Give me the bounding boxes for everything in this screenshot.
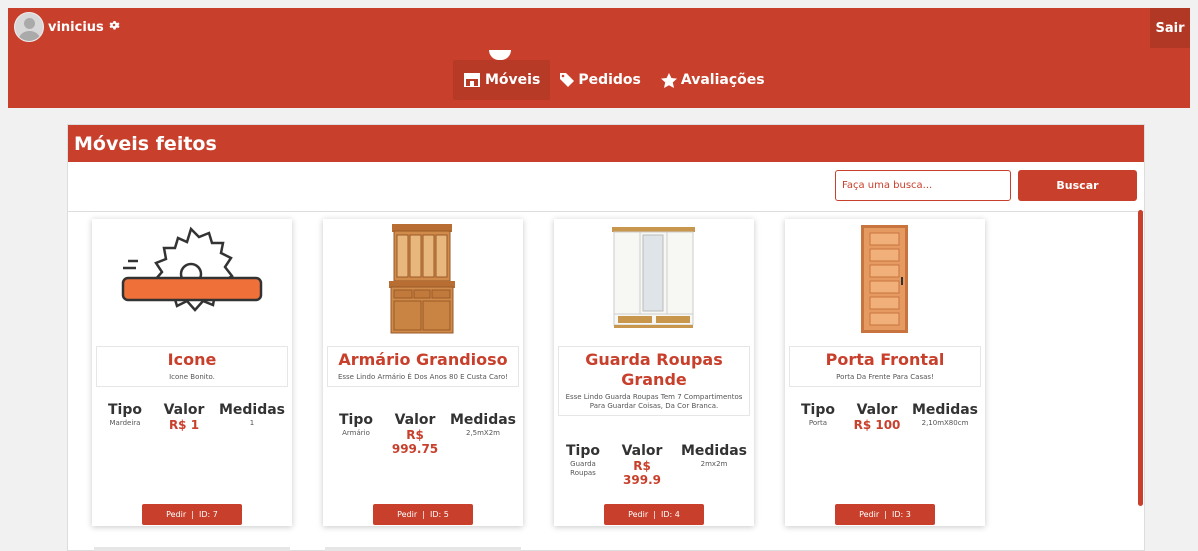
product-card: Armário Grandioso Esse Lindo Armário É D…: [323, 219, 523, 526]
nav-label-pedidos: Pedidos: [578, 72, 641, 88]
attr-tipo-label: Tipo: [566, 443, 600, 459]
search-input[interactable]: [835, 170, 1011, 201]
user-menu[interactable]: vinicius: [14, 12, 120, 42]
store-icon: [464, 73, 480, 87]
door-image: [807, 221, 962, 336]
attr-valor-value: R$ 1: [168, 418, 200, 432]
attr-medidas: Medidas 2mx2m: [680, 444, 748, 487]
product-card: Guarda Roupas Grande Esse Lindo Guarda R…: [554, 219, 754, 526]
product-id: ID: 5: [430, 510, 449, 519]
nav-item-pedidos[interactable]: Pedidos: [550, 60, 651, 100]
attr-valor-value: R$ 999.75: [391, 428, 439, 456]
product-attributes: Tipo Mardeira Valor R$ 1 Medidas 1: [100, 402, 286, 433]
product-attributes: Tipo Guarda Roupas Valor R$ 399.9 Medida…: [562, 443, 748, 488]
nav-item-avaliacoes[interactable]: Avaliações: [651, 60, 775, 100]
product-info: Guarda Roupas Grande Esse Lindo Guarda R…: [558, 346, 750, 416]
attr-tipo-value: Armário: [342, 429, 370, 437]
product-attributes: Tipo Armário Valor R$ 999.75 Medidas 2,5…: [331, 412, 517, 457]
attr-medidas-value: 2mx2m: [700, 460, 728, 468]
attr-medidas-label: Medidas: [218, 402, 286, 418]
attr-valor: Valor R$ 999.75: [388, 412, 443, 457]
product-card-partial: [325, 547, 521, 551]
product-card-partial: [94, 547, 290, 551]
attr-medidas-value: 1: [249, 419, 255, 427]
attr-tipo-label: Tipo: [108, 402, 142, 418]
product-description: Esse Lindo Armário É Dos Anos 80 E Custa…: [337, 373, 509, 381]
product-info: Porta Frontal Porta Da Frente Para Casas…: [789, 346, 981, 387]
product-attributes: Tipo Porta Valor R$ 100 Medidas 2,10mX80…: [793, 402, 979, 433]
attr-tipo-value: Porta: [808, 419, 828, 427]
nav-label-moveis: Móveis: [485, 72, 541, 88]
product-info: Icone Icone Bonito.: [96, 346, 288, 387]
attr-valor-value: R$ 100: [853, 418, 901, 432]
attr-valor-label: Valor: [856, 402, 898, 418]
nav-label-avaliacoes: Avaliações: [680, 72, 765, 88]
cabinet-image: [345, 221, 500, 336]
product-name: Guarda Roupas Grande: [585, 350, 723, 389]
attr-medidas: Medidas 2,5mX2m: [449, 413, 517, 456]
attr-valor-label: Valor: [163, 402, 205, 418]
nav-indicator: [489, 50, 511, 60]
product-id: ID: 4: [661, 510, 680, 519]
product-id: ID: 7: [199, 510, 218, 519]
attr-tipo-label: Tipo: [339, 412, 373, 428]
order-label: Pedir: [397, 510, 418, 519]
attr-tipo: Tipo Mardeira: [100, 403, 150, 432]
attr-medidas: Medidas 1: [218, 403, 286, 432]
order-label: Pedir: [166, 510, 187, 519]
tag-icon: [560, 73, 575, 87]
attr-tipo: Tipo Guarda Roupas: [562, 444, 604, 487]
attr-tipo-label: Tipo: [801, 402, 835, 418]
attr-tipo: Tipo Armário: [331, 413, 381, 456]
order-button[interactable]: Pedir | ID: 7: [142, 504, 242, 525]
star-icon: [660, 72, 677, 88]
logout-button[interactable]: Sair: [1150, 8, 1190, 48]
attr-medidas: Medidas 2,10mX80cm: [911, 403, 979, 432]
attr-tipo-value: Guarda Roupas: [570, 460, 596, 477]
wardrobe-image: [576, 221, 731, 336]
attr-valor: Valor R$ 399.9: [615, 443, 670, 488]
product-card: Icone Icone Bonito. Tipo Mardeira Valor …: [92, 219, 292, 526]
product-card: Porta Frontal Porta Da Frente Para Casas…: [785, 219, 985, 526]
order-label: Pedir: [859, 510, 880, 519]
username: vinicius: [48, 19, 104, 35]
product-name: Porta Frontal: [825, 350, 945, 369]
product-description: Esse Lindo Guarda Roupas Tem 7 Compartim…: [565, 393, 743, 410]
order-button[interactable]: Pedir | ID: 5: [373, 504, 473, 525]
panel-title: Móveis feitos: [68, 125, 1144, 162]
product-description: Icone Bonito.: [169, 373, 215, 381]
search-bar: Buscar: [68, 162, 1144, 212]
attr-medidas-value: 2,5mX2m: [465, 429, 501, 437]
top-bar: vinicius Sair Móveis Pedidos Avaliações: [8, 8, 1190, 108]
product-id: ID: 3: [892, 510, 911, 519]
attr-valor-value: R$ 399.9: [623, 459, 661, 487]
product-name: Armário Grandioso: [338, 350, 508, 369]
nav-item-moveis[interactable]: Móveis: [453, 60, 551, 100]
saw-icon: [114, 221, 269, 336]
order-label: Pedir: [628, 510, 649, 519]
attr-medidas-label: Medidas: [449, 412, 517, 428]
gear-icon[interactable]: [108, 19, 120, 35]
attr-medidas-label: Medidas: [911, 402, 979, 418]
attr-tipo: Tipo Porta: [793, 403, 843, 432]
search-button[interactable]: Buscar: [1018, 170, 1137, 201]
attr-medidas-value: 2,10mX80cm: [921, 419, 969, 427]
product-name: Icone: [167, 350, 217, 369]
main-nav: Móveis Pedidos Avaliações: [453, 60, 775, 100]
order-button[interactable]: Pedir | ID: 4: [604, 504, 704, 525]
avatar: [14, 12, 44, 42]
attr-valor: Valor R$ 1: [157, 402, 212, 433]
product-info: Armário Grandioso Esse Lindo Armário É D…: [327, 346, 519, 387]
product-description: Porta Da Frente Para Casas!: [836, 373, 934, 381]
attr-tipo-value: Mardeira: [109, 419, 141, 427]
attr-valor: Valor R$ 100: [847, 402, 907, 433]
order-button[interactable]: Pedir | ID: 3: [835, 504, 935, 525]
attr-valor-label: Valor: [621, 443, 663, 459]
attr-medidas-label: Medidas: [680, 443, 748, 459]
attr-valor-label: Valor: [394, 412, 436, 428]
scrollbar[interactable]: [1138, 210, 1143, 506]
